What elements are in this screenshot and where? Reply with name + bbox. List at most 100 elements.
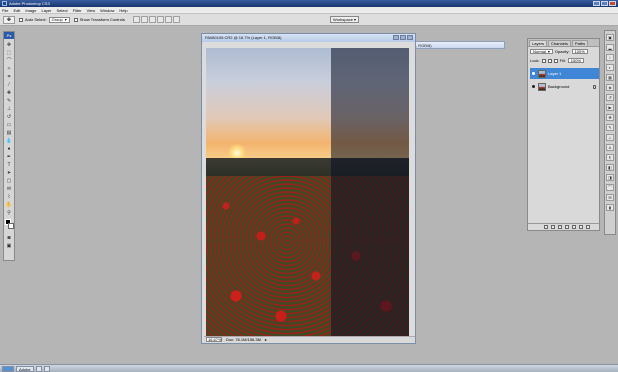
history-icon[interactable]: ↺ xyxy=(606,94,614,101)
quick-mask-icon[interactable]: ◙ xyxy=(4,234,14,241)
styles-icon[interactable]: ◈ xyxy=(606,84,614,91)
opacity-field[interactable]: 100% xyxy=(571,49,588,54)
zoom-field[interactable]: 16.67% xyxy=(206,337,222,342)
blur-tool-icon[interactable]: 💧 xyxy=(4,137,14,144)
doc-minimize-button[interactable] xyxy=(393,35,399,40)
hand-tool-icon[interactable]: ✋ xyxy=(4,201,14,208)
align-right-button[interactable] xyxy=(172,16,180,23)
tab-layers[interactable]: Layers xyxy=(529,40,548,46)
menu-filter[interactable]: Filter xyxy=(73,7,82,14)
layer-style-icon[interactable] xyxy=(551,225,555,229)
menu-help[interactable]: Help xyxy=(119,7,127,14)
color-icon[interactable]: ◐ xyxy=(606,64,614,71)
doc-info[interactable]: Doc: 78.1M/156.3M xyxy=(226,337,261,342)
zoom-tool-icon[interactable]: ⚲ xyxy=(4,209,14,216)
tab-channels[interactable]: Channels xyxy=(548,40,571,46)
notes-icon[interactable]: ✉ xyxy=(606,194,614,201)
menu-image[interactable]: Image xyxy=(25,7,36,14)
type-tool-icon[interactable]: T xyxy=(4,161,14,168)
shape-tool-icon[interactable]: ▢ xyxy=(4,177,14,184)
minimize-button[interactable] xyxy=(593,1,600,6)
layer-row-background[interactable]: Background xyxy=(530,81,599,92)
new-layer-icon[interactable] xyxy=(579,225,583,229)
align-top-button[interactable] xyxy=(132,16,140,23)
menu-select[interactable]: Select xyxy=(57,7,68,14)
lock-transparency-button[interactable] xyxy=(541,58,546,63)
paragraph-icon[interactable]: ¶ xyxy=(606,154,614,161)
blend-mode-dropdown[interactable]: Normal ▾ xyxy=(530,49,553,54)
brushes-icon[interactable]: ✎ xyxy=(606,124,614,131)
marquee-tool-icon[interactable]: ⬚ xyxy=(4,49,14,56)
doc-close-button[interactable] xyxy=(407,35,413,40)
gradient-tool-icon[interactable]: ▤ xyxy=(4,129,14,136)
animation-icon[interactable]: ▮ xyxy=(606,204,614,211)
lock-all-button[interactable] xyxy=(553,58,558,63)
auto-select-dropdown[interactable]: Group ▾ xyxy=(48,16,70,23)
document-title-bar[interactable]: PA080109.CR2 @ 16.7% (Layer 1, RGB/8) xyxy=(202,34,415,42)
magic-wand-tool-icon[interactable]: ✧ xyxy=(4,65,14,72)
show-transform-checkbox[interactable] xyxy=(73,17,78,22)
menu-window[interactable]: Window xyxy=(100,7,114,14)
layer-row-layer-1[interactable]: Layer 1 xyxy=(530,68,599,79)
path-selection-tool-icon[interactable]: ➤ xyxy=(4,169,14,176)
menu-layer[interactable]: Layer xyxy=(41,7,51,14)
trash-icon[interactable] xyxy=(586,225,590,229)
layer-mask-icon[interactable] xyxy=(558,225,562,229)
visibility-eye-icon[interactable] xyxy=(532,85,535,88)
menu-file[interactable]: File xyxy=(2,7,8,14)
align-bottom-button[interactable] xyxy=(148,16,156,23)
maximize-button[interactable] xyxy=(601,1,608,6)
color-swatches[interactable] xyxy=(4,218,14,232)
close-button[interactable] xyxy=(609,1,616,6)
blend-mode-value: Normal xyxy=(533,49,546,54)
workspace-button[interactable]: Workspace ▾ xyxy=(330,16,360,23)
lasso-tool-icon[interactable]: ⌒ xyxy=(4,57,14,64)
link-layers-icon[interactable] xyxy=(544,225,548,229)
slice-tool-icon[interactable]: ⁄ xyxy=(4,81,14,88)
move-tool-icon[interactable]: ✥ xyxy=(4,41,14,48)
tab-paths[interactable]: Paths xyxy=(571,40,589,46)
notes-tool-icon[interactable]: ✉ xyxy=(4,185,14,192)
start-button[interactable] xyxy=(2,365,14,372)
layer-comps-icon[interactable]: ◧ xyxy=(606,164,614,171)
menu-view[interactable]: View xyxy=(87,7,96,14)
adjustment-layer-icon[interactable] xyxy=(565,225,569,229)
crop-tool-icon[interactable]: ⌗ xyxy=(4,73,14,80)
clone-stamp-tool-icon[interactable]: ⊥ xyxy=(4,105,14,112)
new-group-icon[interactable] xyxy=(572,225,576,229)
channels-icon[interactable]: ◨ xyxy=(606,174,614,181)
actions-icon[interactable]: ▶ xyxy=(606,104,614,111)
pen-tool-icon[interactable]: ✒ xyxy=(4,153,14,160)
screen-mode-icon[interactable]: ▣ xyxy=(4,242,14,249)
taskbar-item-photoshop[interactable]: Adobe xyxy=(16,365,34,372)
character-icon[interactable]: A xyxy=(606,144,614,151)
tool-presets-icon[interactable]: ✥ xyxy=(606,114,614,121)
lock-pixels-button[interactable] xyxy=(547,58,552,63)
eyedropper-tool-icon[interactable]: ⌇ xyxy=(4,193,14,200)
tool-preset-picker[interactable]: ✥ xyxy=(3,15,15,24)
clone-source-icon[interactable]: ⊥ xyxy=(606,134,614,141)
fill-field[interactable]: 100% xyxy=(567,58,585,63)
info-icon[interactable]: i xyxy=(606,54,614,61)
taskbar-item[interactable] xyxy=(35,365,42,372)
swatches-icon[interactable]: ▦ xyxy=(606,74,614,81)
doc-maximize-button[interactable] xyxy=(400,35,406,40)
align-middle-button[interactable] xyxy=(140,16,148,23)
background-color-swatch[interactable] xyxy=(8,223,14,229)
visibility-eye-icon[interactable] xyxy=(532,72,535,75)
histogram-icon[interactable]: ▂ xyxy=(606,44,614,51)
image-canvas[interactable] xyxy=(206,48,409,338)
taskbar-item[interactable] xyxy=(43,365,50,372)
status-arrow-icon[interactable]: ▸ xyxy=(265,337,267,342)
healing-brush-tool-icon[interactable]: ✚ xyxy=(4,89,14,96)
align-left-button[interactable] xyxy=(156,16,164,23)
menu-edit[interactable]: Edit xyxy=(13,7,20,14)
brush-tool-icon[interactable]: ✎ xyxy=(4,97,14,104)
paths-icon[interactable]: ⌒ xyxy=(606,184,614,191)
auto-select-checkbox[interactable] xyxy=(19,17,23,22)
eraser-tool-icon[interactable]: ▭ xyxy=(4,121,14,128)
dodge-tool-icon[interactable]: ● xyxy=(4,145,14,152)
navigator-icon[interactable]: ▣ xyxy=(606,34,614,41)
align-center-button[interactable] xyxy=(164,16,172,23)
history-brush-tool-icon[interactable]: ↺ xyxy=(4,113,14,120)
